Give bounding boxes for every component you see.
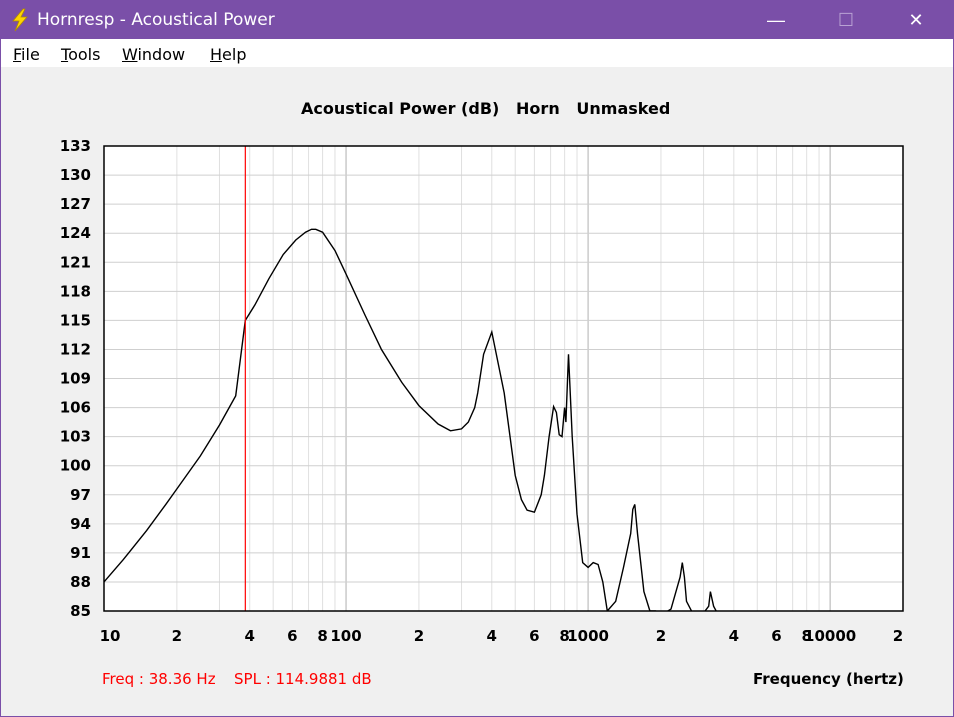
y-tick-label: 121 — [60, 253, 91, 271]
x-axis-label: Frequency (hertz) — [753, 670, 904, 688]
y-tick-label: 97 — [70, 486, 91, 504]
y-tick-label: 124 — [60, 224, 91, 242]
y-tick-label: 112 — [60, 340, 91, 358]
x-tick-label: 4 — [487, 627, 497, 645]
y-tick-label: 103 — [60, 428, 91, 446]
x-tick-label: 4 — [729, 627, 739, 645]
y-tick-label: 100 — [60, 457, 91, 475]
x-tick-label: 2 — [893, 627, 903, 645]
x-tick-label: 1000 — [567, 627, 609, 645]
y-tick-label: 133 — [60, 137, 91, 155]
y-tick-label: 130 — [60, 166, 91, 184]
x-tick-label: 2 — [172, 627, 182, 645]
y-tick-label: 109 — [60, 370, 91, 388]
acoustical-power-chart[interactable]: 1331301271241211181151121091061031009794… — [1, 1, 953, 661]
y-tick-label: 94 — [70, 515, 91, 533]
x-tick-label: 8 — [317, 627, 327, 645]
y-tick-label: 127 — [60, 195, 91, 213]
x-tick-label: 100 — [330, 627, 361, 645]
app-window: Hornresp - Acoustical Power — ☐ ✕ File T… — [0, 0, 954, 717]
y-tick-label: 91 — [70, 544, 91, 562]
y-tick-label: 88 — [70, 573, 91, 591]
frequency-readout: Freq : 38.36 Hz — [102, 670, 216, 688]
x-tick-label: 6 — [529, 627, 539, 645]
x-tick-label: 4 — [245, 627, 255, 645]
x-tick-label: 2 — [656, 627, 666, 645]
x-tick-label: 10 — [100, 627, 121, 645]
y-tick-label: 115 — [60, 311, 91, 329]
x-tick-label: 10000 — [804, 627, 856, 645]
y-tick-label: 106 — [60, 399, 91, 417]
x-tick-label: 6 — [771, 627, 781, 645]
y-tick-label: 85 — [70, 602, 91, 620]
y-tick-label: 118 — [60, 282, 91, 300]
spl-readout: SPL : 114.9881 dB — [234, 670, 372, 688]
x-tick-label: 2 — [414, 627, 424, 645]
x-tick-label: 6 — [287, 627, 297, 645]
